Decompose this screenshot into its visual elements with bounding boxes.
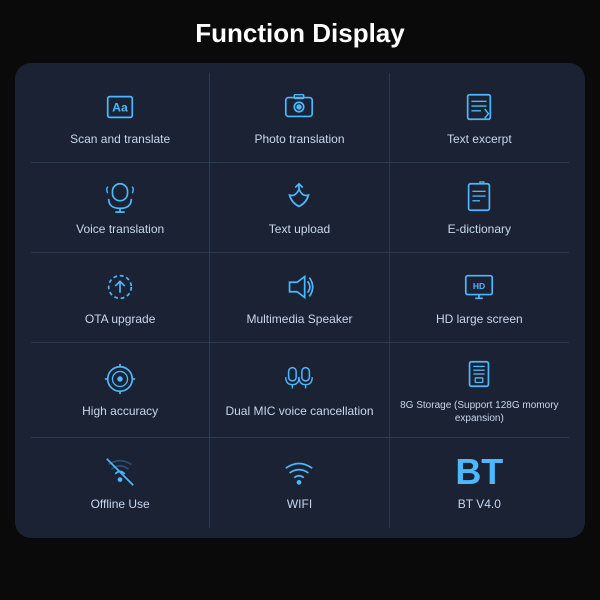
- e-dictionary-label: E-dictionary: [448, 222, 511, 238]
- text-excerpt-icon: [462, 88, 496, 126]
- text-upload-label: Text upload: [269, 222, 330, 238]
- dual-mic-label: Dual MIC voice cancellation: [225, 404, 373, 420]
- grid-item-storage: 8G Storage (Support 128G momory expansio…: [390, 343, 569, 438]
- high-accuracy-icon: [103, 360, 137, 398]
- grid-item-text-upload: Text upload: [210, 163, 389, 253]
- grid-item-ota-upgrade: OTA upgrade: [31, 253, 210, 343]
- grid-item-e-dictionary: E-dictionary: [390, 163, 569, 253]
- storage-label: 8G Storage (Support 128G momory expansio…: [398, 399, 561, 425]
- svg-text:Aa: Aa: [112, 100, 128, 114]
- offline-use-label: Offline Use: [91, 497, 150, 513]
- svg-text:HD: HD: [473, 281, 485, 291]
- grid-item-photo-translation: Photo translation: [210, 73, 389, 163]
- offline-use-icon: [103, 453, 137, 491]
- ota-upgrade-label: OTA upgrade: [85, 312, 156, 328]
- high-accuracy-label: High accuracy: [82, 404, 158, 420]
- grid-item-text-excerpt: Text excerpt: [390, 73, 569, 163]
- page-title: Function Display: [195, 18, 404, 49]
- text-upload-icon: [282, 178, 316, 216]
- bt-icon: BT: [455, 453, 503, 491]
- multimedia-speaker-label: Multimedia Speaker: [246, 312, 352, 328]
- grid-item-hd-screen: HD HD large screen: [390, 253, 569, 343]
- grid-item-bt: BT BT V4.0: [390, 438, 569, 528]
- grid-item-high-accuracy: High accuracy: [31, 343, 210, 438]
- bt-text: BT: [455, 451, 503, 493]
- grid-item-dual-mic: Dual MIC voice cancellation: [210, 343, 389, 438]
- grid-item-scan-translate: Aa Scan and translate: [31, 73, 210, 163]
- grid-item-voice-translation: Voice translation: [31, 163, 210, 253]
- wifi-icon: [282, 453, 316, 491]
- voice-translation-label: Voice translation: [76, 222, 164, 238]
- grid-item-wifi: WIFI: [210, 438, 389, 528]
- grid-item-offline-use: Offline Use: [31, 438, 210, 528]
- wifi-label: WIFI: [287, 497, 312, 513]
- storage-icon: [462, 355, 496, 393]
- dual-mic-icon: [282, 360, 316, 398]
- scan-translate-label: Scan and translate: [70, 132, 170, 148]
- hd-screen-icon: HD: [462, 268, 496, 306]
- scan-translate-icon: Aa: [103, 88, 137, 126]
- ota-upgrade-icon: [103, 268, 137, 306]
- e-dictionary-icon: [462, 178, 496, 216]
- text-excerpt-label: Text excerpt: [447, 132, 512, 148]
- hd-screen-label: HD large screen: [436, 312, 523, 328]
- voice-translation-icon: [103, 178, 137, 216]
- function-grid: Aa Scan and translate Photo translation: [15, 63, 585, 538]
- photo-translation-label: Photo translation: [254, 132, 344, 148]
- photo-translation-icon: [282, 88, 316, 126]
- bt-label: BT V4.0: [458, 497, 501, 513]
- grid-item-multimedia-speaker: Multimedia Speaker: [210, 253, 389, 343]
- multimedia-speaker-icon: [282, 268, 316, 306]
